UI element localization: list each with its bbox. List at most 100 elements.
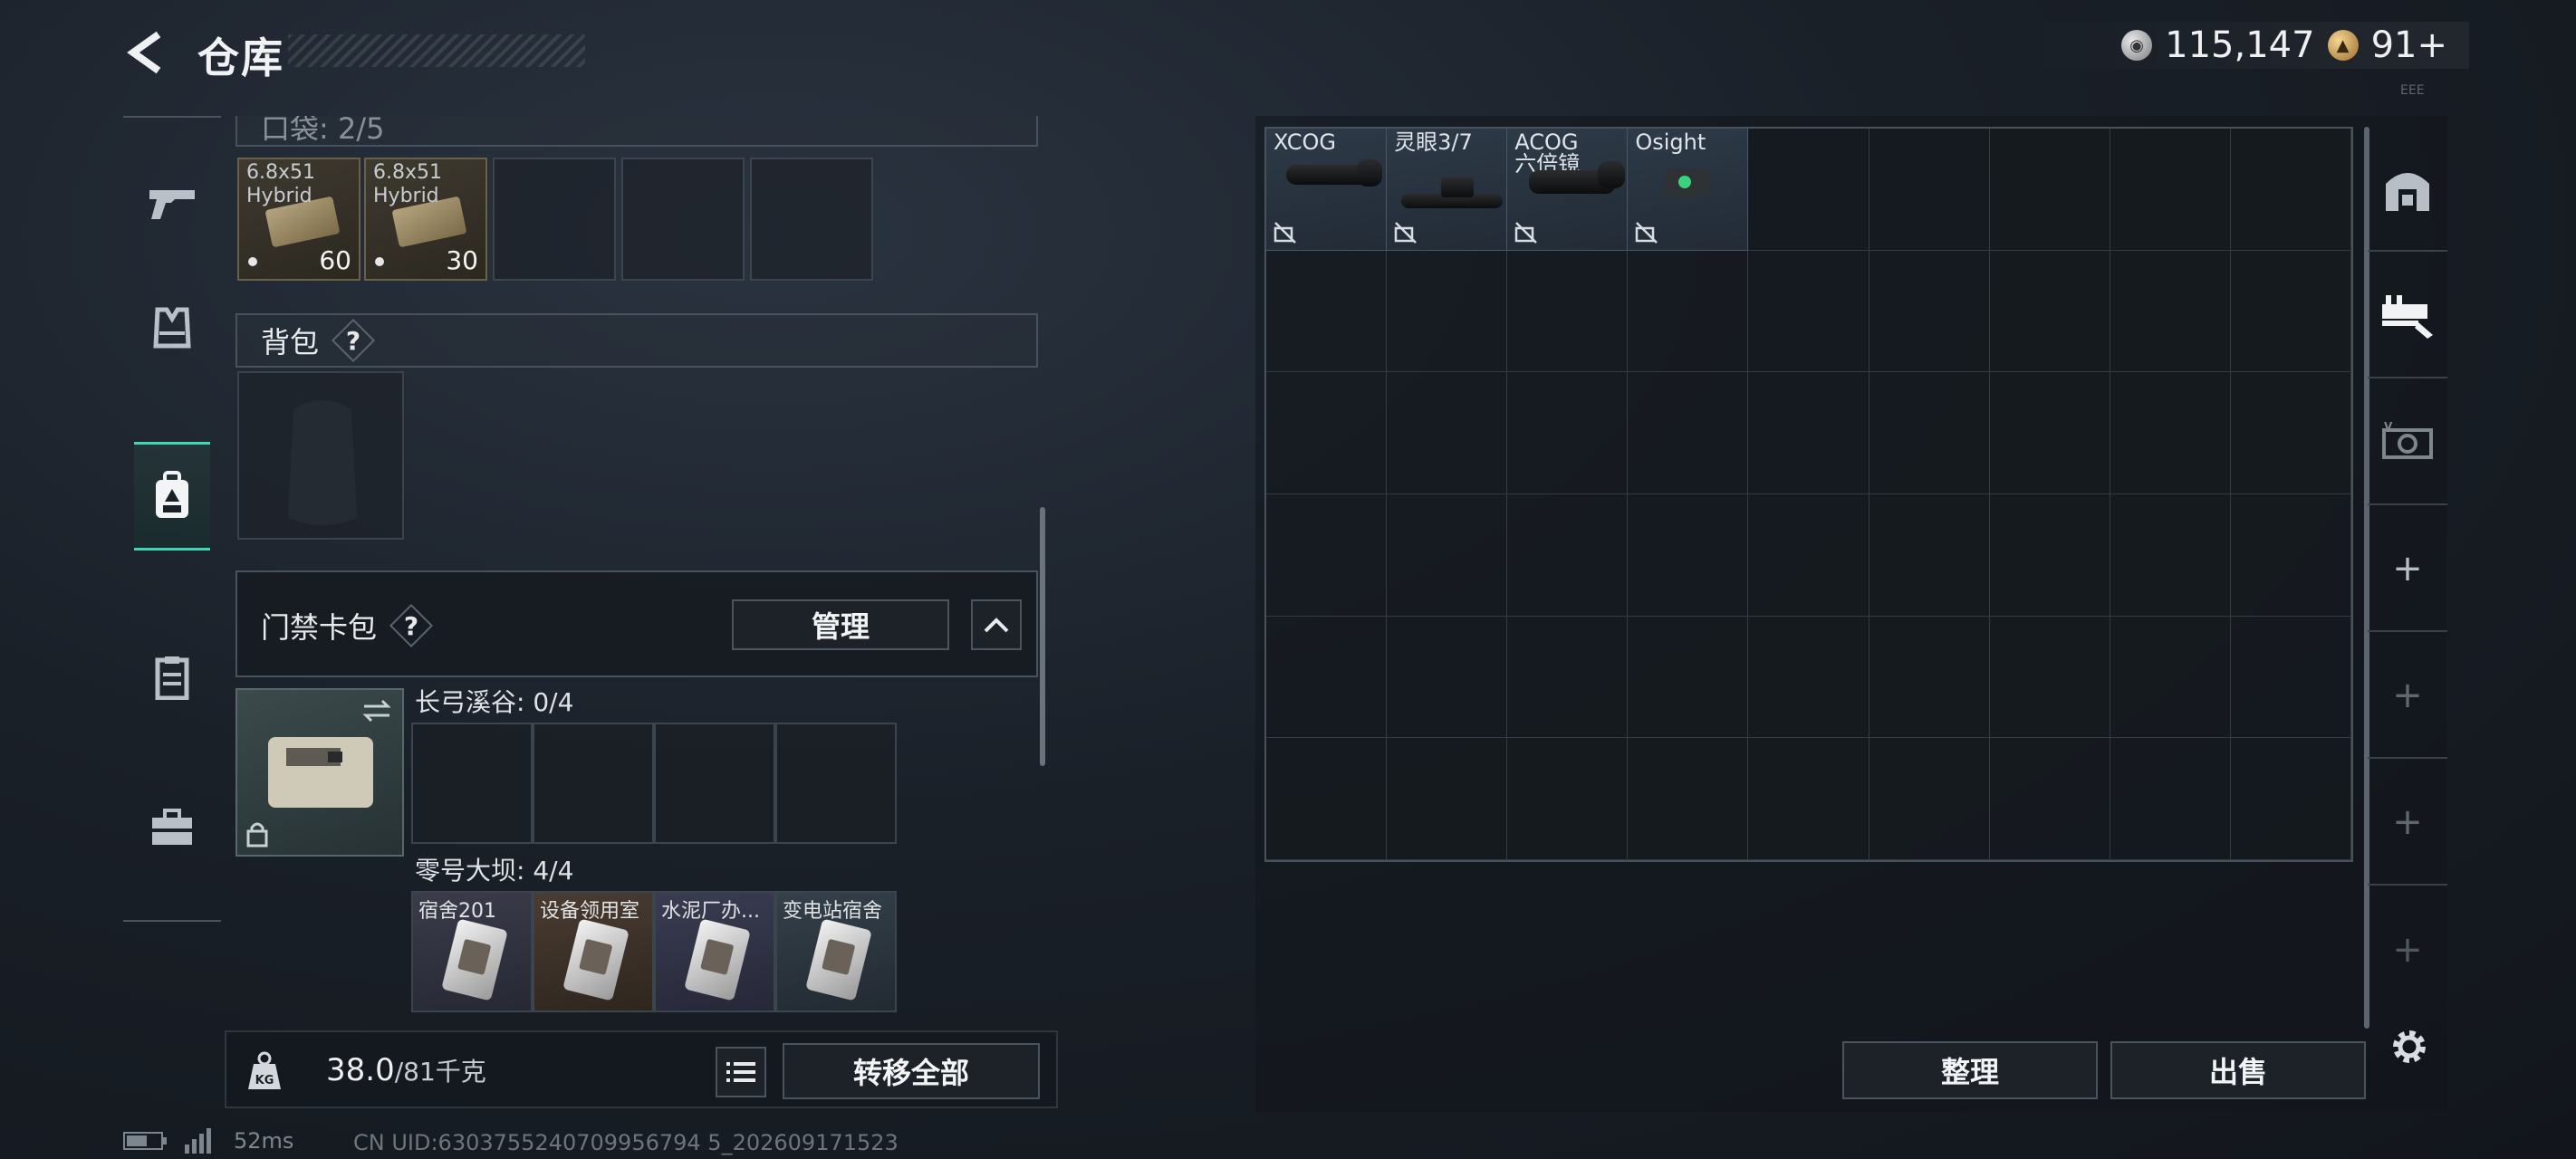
keycard-slot[interactable]	[411, 723, 533, 844]
pocket-slot-4[interactable]	[621, 158, 745, 281]
stash-cell[interactable]	[2230, 616, 2351, 739]
stash-cell[interactable]	[2110, 738, 2231, 860]
keycard-item[interactable]: 水泥厂办...	[654, 891, 775, 1012]
back-button[interactable]	[123, 27, 168, 78]
battery-icon	[123, 1132, 167, 1150]
stash-tab-add-locked[interactable]: +	[2368, 887, 2447, 1012]
stash-cell[interactable]	[1748, 372, 1870, 494]
pocket-slot-1[interactable]: 6.8x51 Hybrid 60	[237, 158, 360, 281]
stash-cell[interactable]	[2230, 129, 2351, 251]
stash-cell[interactable]	[1989, 250, 2110, 373]
backpack-help-button[interactable]: ?	[335, 322, 371, 359]
keycard-slot[interactable]	[775, 723, 897, 844]
keycard-help-button[interactable]: ?	[393, 608, 429, 644]
stash-cell[interactable]	[2230, 494, 2351, 617]
stash-cell[interactable]	[1387, 250, 1508, 373]
stash-tab-vehicle[interactable]	[2368, 127, 2447, 252]
keycard-slot[interactable]	[533, 723, 654, 844]
nav-backpack[interactable]	[134, 442, 210, 551]
stash-item-osight[interactable]: Osight	[1628, 129, 1749, 251]
backpack-header: 背包 ?	[235, 313, 1038, 368]
stash-item-acog[interactable]: ACOG 六倍镜	[1507, 129, 1629, 251]
stash-tab-attachment[interactable]: V	[2368, 380, 2447, 505]
stash-cell[interactable]	[1266, 494, 1388, 617]
sell-button[interactable]: 出售	[2110, 1041, 2366, 1099]
stash-cell[interactable]	[2110, 372, 2231, 494]
stash-cell[interactable]	[1989, 129, 2110, 251]
item-name: 灵眼3/7	[1394, 129, 1473, 155]
list-view-button[interactable]	[716, 1047, 766, 1097]
stash-cell[interactable]	[1869, 738, 1990, 860]
stash-cell[interactable]	[1989, 494, 2110, 617]
nav-tasks[interactable]	[134, 623, 210, 732]
stash-cell[interactable]	[2110, 616, 2231, 739]
stash-cell[interactable]	[1507, 616, 1629, 739]
stash-cell[interactable]	[1507, 372, 1629, 494]
stash-tab-add-locked[interactable]: +	[2368, 761, 2447, 886]
settings-button[interactable]	[2384, 1021, 2435, 1072]
list-icon	[726, 1062, 755, 1082]
stash-cell[interactable]	[1387, 372, 1508, 494]
backpack-slot[interactable]	[237, 371, 404, 540]
nav-tools[interactable]	[134, 773, 210, 882]
stash-tab-rifle-mod[interactable]	[2368, 254, 2447, 378]
pocket-slot-3[interactable]	[493, 158, 616, 281]
stash-cell[interactable]	[2110, 129, 2231, 251]
stash-cell[interactable]	[1869, 616, 1990, 739]
stash-cell[interactable]	[2230, 372, 2351, 494]
stash-cell[interactable]	[1387, 494, 1508, 617]
back-arrow-icon	[127, 31, 161, 74]
transfer-all-button[interactable]: 转移全部	[783, 1043, 1040, 1099]
stash-cell[interactable]	[1748, 494, 1870, 617]
stash-cell[interactable]	[2230, 250, 2351, 373]
loadout-scrollbar[interactable]	[1040, 507, 1045, 766]
stash-cell[interactable]	[1387, 616, 1508, 739]
stash-cell[interactable]	[1628, 738, 1749, 860]
kg-text: KG	[255, 1074, 274, 1087]
stash-cell[interactable]	[1266, 372, 1388, 494]
stash-cell[interactable]	[1507, 494, 1629, 617]
stash-cell[interactable]	[2110, 250, 2231, 373]
stash-cell[interactable]	[1266, 738, 1388, 860]
stash-item-lingyan[interactable]: 灵眼3/7	[1387, 129, 1508, 251]
stash-cell[interactable]	[1748, 129, 1870, 251]
stash-cell[interactable]	[2110, 494, 2231, 617]
stash-cell[interactable]	[1266, 616, 1388, 739]
stash-cell[interactable]	[1628, 250, 1749, 373]
collapse-button[interactable]	[971, 599, 1022, 650]
stash-cell[interactable]	[1748, 738, 1870, 860]
stash-cell[interactable]	[1869, 129, 1990, 251]
stash-cell[interactable]	[1507, 738, 1629, 860]
keycard-slot[interactable]	[654, 723, 775, 844]
stash-cell[interactable]	[1628, 616, 1749, 739]
bullet-dot	[375, 257, 384, 266]
stash-cell[interactable]	[1387, 738, 1508, 860]
keycard-item[interactable]: 变电站宿舍	[775, 891, 897, 1012]
stash-cell[interactable]	[1989, 372, 2110, 494]
stash-cell[interactable]	[1507, 250, 1629, 373]
keycard-item[interactable]: 设备领用室	[533, 891, 654, 1012]
stash-cell[interactable]	[1989, 738, 2110, 860]
stash-tab-add-locked[interactable]: +	[2368, 634, 2447, 759]
sort-button[interactable]: 整理	[1842, 1041, 2098, 1099]
stash-cell[interactable]	[1989, 616, 2110, 739]
stash-cell[interactable]	[2230, 738, 2351, 860]
stash-cell[interactable]	[1869, 372, 1990, 494]
keycard-item[interactable]: 宿舍201	[411, 891, 533, 1012]
stash-cell[interactable]	[1869, 250, 1990, 373]
stash-cell[interactable]	[1266, 250, 1388, 373]
nav-armor[interactable]	[134, 273, 210, 382]
manage-button[interactable]: 管理	[732, 599, 949, 650]
stash-cell[interactable]	[1628, 372, 1749, 494]
stash-tab-add[interactable]: +	[2368, 507, 2447, 632]
pocket-slot-5[interactable]	[750, 158, 873, 281]
stash-cell[interactable]	[1748, 250, 1870, 373]
keycard-holder-slot[interactable]	[235, 688, 404, 857]
stash-cell[interactable]	[1628, 494, 1749, 617]
red-dot-sight-icon	[1664, 168, 1710, 197]
stash-cell[interactable]	[1869, 494, 1990, 617]
pocket-slot-2[interactable]: 6.8x51 Hybrid 30	[364, 158, 487, 281]
nav-weapons[interactable]	[134, 148, 210, 257]
stash-item-xcog[interactable]: XCOG	[1266, 129, 1388, 251]
stash-cell[interactable]	[1748, 616, 1870, 739]
